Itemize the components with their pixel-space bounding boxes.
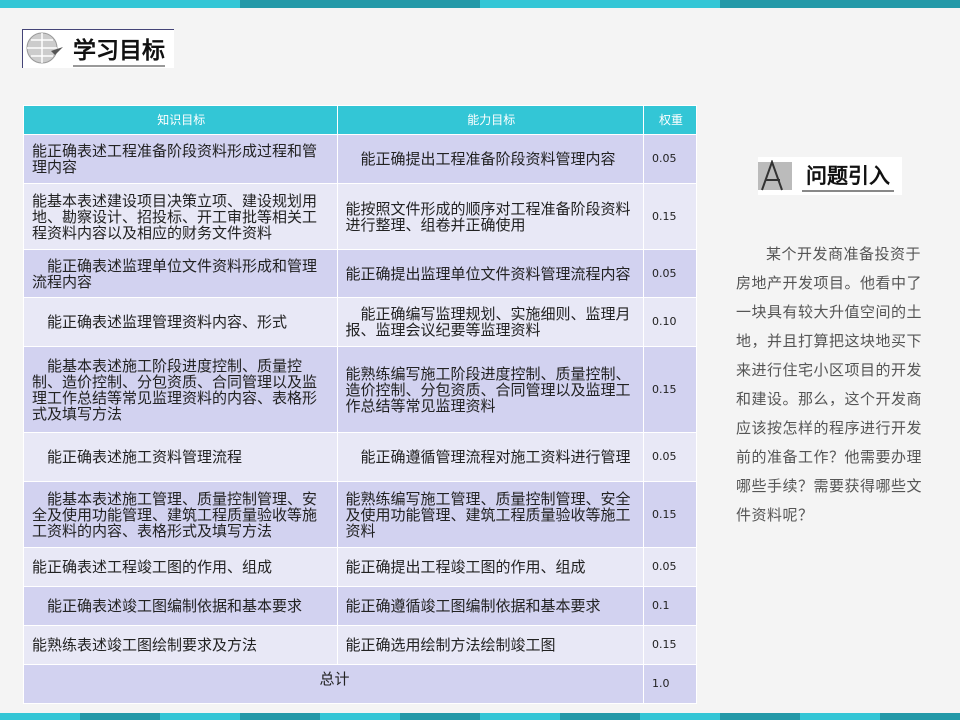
knowledge-cell: 能正确表述工程竣工图的作用、组成 bbox=[23, 547, 338, 587]
bottom-accent-bar bbox=[0, 713, 960, 720]
table-row: 能基本表述施工管理、质量控制管理、安全及使用功能管理、建筑工程质量验收等施工资料… bbox=[23, 481, 697, 548]
knowledge-cell: 能熟练表述竣工图绘制要求及方法 bbox=[23, 625, 338, 665]
total-weight: 1.0 bbox=[643, 664, 697, 704]
weight-cell: 0.05 bbox=[643, 432, 697, 482]
ability-cell: 能正确遵循管理流程对施工资料进行管理 bbox=[336, 432, 645, 482]
knowledge-cell: 能正确表述监理管理资料内容、形式 bbox=[23, 297, 338, 347]
top-accent-bar bbox=[0, 0, 960, 8]
knowledge-cell: 能正确表述施工资料管理流程 bbox=[23, 432, 338, 482]
ability-cell: 能熟练编写施工阶段进度控制、质量控制、造价控制、分包资质、合同管理以及监理工作总… bbox=[336, 346, 645, 433]
globe-icon bbox=[26, 32, 63, 64]
objectives-table: 知识目标 能力目标 权重 能正确表述工程准备阶段资料形成过程和管理内容 能正确提… bbox=[22, 105, 697, 704]
knowledge-cell: 能基本表述建设项目决策立项、建设规划用地、勘察设计、招投标、开工审批等相关工程资… bbox=[23, 183, 338, 250]
weight-cell: 0.10 bbox=[643, 297, 697, 347]
ability-cell: 能正确编写监理规划、实施细则、监理月报、监理会议纪要等监理资料 bbox=[336, 297, 645, 347]
table-row: 能基本表述施工阶段进度控制、质量控制、造价控制、分包资质、合同管理以及监理工作总… bbox=[23, 346, 697, 433]
column-header-knowledge: 知识目标 bbox=[23, 105, 338, 135]
column-header-weight: 权重 bbox=[643, 105, 697, 135]
column-header-ability: 能力目标 bbox=[336, 105, 645, 135]
ability-cell: 能正确提出监理单位文件资料管理流程内容 bbox=[336, 249, 645, 298]
intro-story-text: 某个开发商准备投资于房地产开发项目。他看中了一块具有较大升值空间的土地，并且打算… bbox=[736, 245, 923, 524]
table-row: 能正确表述竣工图编制依据和基本要求 能正确遵循竣工图编制依据和基本要求 0.1 bbox=[23, 586, 697, 626]
total-row: 总计 1.0 bbox=[22, 664, 697, 704]
knowledge-cell: 能正确表述工程准备阶段资料形成过程和管理内容 bbox=[23, 134, 338, 184]
ability-cell: 能正确提出工程准备阶段资料管理内容 bbox=[336, 134, 645, 184]
weight-cell: 0.15 bbox=[643, 625, 697, 665]
weight-cell: 0.15 bbox=[643, 183, 697, 250]
knowledge-cell: 能基本表述施工管理、质量控制管理、安全及使用功能管理、建筑工程质量验收等施工资料… bbox=[23, 481, 338, 548]
section-title-badge: 学习目标 bbox=[22, 29, 174, 68]
knowledge-cell: 能正确表述监理单位文件资料形成和管理流程内容 bbox=[23, 249, 338, 298]
ability-cell: 能正确选用绘制方法绘制竣工图 bbox=[336, 625, 645, 665]
question-intro-title: 问题引入 bbox=[802, 160, 894, 192]
table-row: 能正确表述监理管理资料内容、形式 能正确编写监理规划、实施细则、监理月报、监理会… bbox=[23, 297, 697, 347]
table-row: 能基本表述建设项目决策立项、建设规划用地、勘察设计、招投标、开工审批等相关工程资… bbox=[23, 183, 697, 250]
weight-cell: 0.15 bbox=[643, 346, 697, 433]
ability-cell: 能正确遵循竣工图编制依据和基本要求 bbox=[336, 586, 645, 626]
compass-icon bbox=[758, 160, 792, 191]
weight-cell: 0.05 bbox=[643, 134, 697, 184]
page-title: 学习目标 bbox=[73, 31, 165, 67]
weight-cell: 0.15 bbox=[643, 481, 697, 548]
ability-cell: 能按照文件形成的顺序对工程准备阶段资料进行整理、组卷并正确使用 bbox=[336, 183, 645, 250]
total-label: 总计 bbox=[22, 664, 645, 704]
weight-cell: 0.05 bbox=[643, 249, 697, 298]
table-header-row: 知识目标 能力目标 权重 bbox=[23, 105, 697, 135]
weight-cell: 0.05 bbox=[643, 547, 697, 587]
table-row: 能正确表述监理单位文件资料形成和管理流程内容 能正确提出监理单位文件资料管理流程内… bbox=[23, 249, 697, 298]
weight-cell: 0.1 bbox=[643, 586, 697, 626]
table-row: 能熟练表述竣工图绘制要求及方法 能正确选用绘制方法绘制竣工图 0.15 bbox=[23, 625, 697, 665]
knowledge-cell: 能基本表述施工阶段进度控制、质量控制、造价控制、分包资质、合同管理以及监理工作总… bbox=[23, 346, 338, 433]
ability-cell: 能正确提出工程竣工图的作用、组成 bbox=[336, 547, 645, 587]
ability-cell: 能熟练编写施工管理、质量控制管理、安全及使用功能管理、建筑工程质量验收等施工资料 bbox=[336, 481, 645, 548]
table-row: 能正确表述工程准备阶段资料形成过程和管理内容 能正确提出工程准备阶段资料管理内容… bbox=[23, 134, 697, 184]
table-row: 能正确表述工程竣工图的作用、组成 能正确提出工程竣工图的作用、组成 0.05 bbox=[23, 547, 697, 587]
table-row: 能正确表述施工资料管理流程 能正确遵循管理流程对施工资料进行管理 0.05 bbox=[23, 432, 697, 482]
question-intro-badge: 问题引入 bbox=[758, 157, 902, 195]
knowledge-cell: 能正确表述竣工图编制依据和基本要求 bbox=[23, 586, 338, 626]
